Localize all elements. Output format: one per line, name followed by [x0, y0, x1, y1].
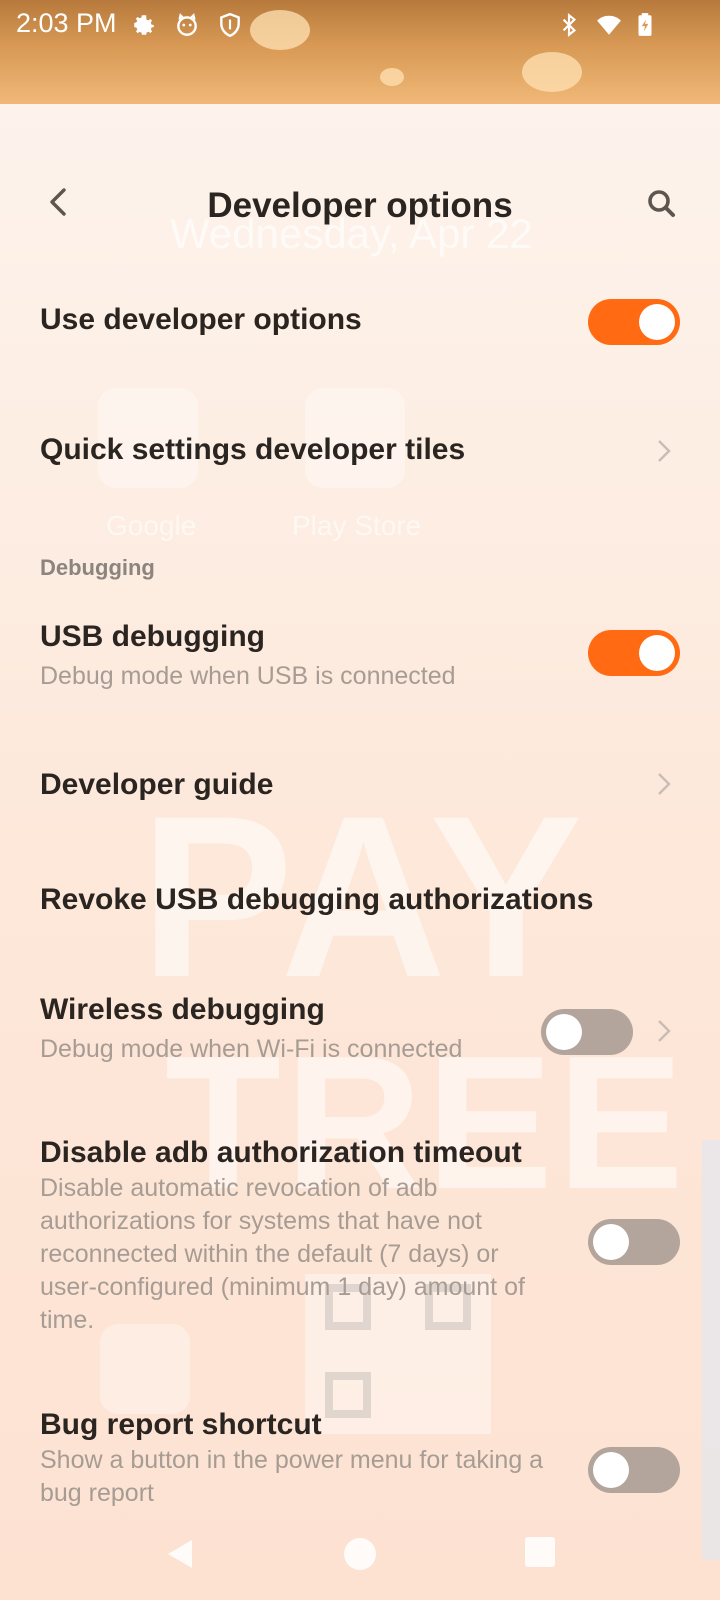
- revoke-usb-authorizations-row[interactable]: Revoke USB debugging authorizations: [0, 865, 720, 935]
- chevron-right-icon: [658, 1020, 671, 1042]
- toggle-knob: [593, 1224, 629, 1260]
- gear-icon: [134, 15, 154, 35]
- bluetooth-icon: [562, 12, 577, 38]
- setting-title: Disable adb authorization timeout: [40, 1136, 522, 1169]
- setting-title: Quick settings developer tiles: [40, 433, 466, 466]
- setting-title: USB debugging: [40, 620, 265, 653]
- nav-recents-icon[interactable]: [522, 1534, 558, 1570]
- setting-title: Developer guide: [40, 768, 274, 801]
- developer-guide-row[interactable]: Developer guide: [0, 750, 720, 820]
- status-bar: 2:03 PM: [0, 0, 720, 50]
- setting-title: Wireless debugging: [40, 993, 325, 1026]
- app-bar: Developer options: [0, 170, 720, 240]
- play-store-label: Play Store: [292, 510, 422, 541]
- cat-face-icon: [177, 13, 197, 36]
- setting-title: Bug report shortcut: [40, 1408, 322, 1441]
- toggle-knob: [639, 635, 675, 671]
- toggle-knob: [639, 304, 675, 340]
- usb-debugging-toggle[interactable]: [588, 630, 680, 676]
- setting-summary: Disable automatic revocation of adb auth…: [40, 1174, 525, 1334]
- setting-title: Revoke USB debugging authorizations: [40, 883, 594, 916]
- status-time: 2:03 PM: [16, 8, 117, 38]
- setting-title: Use developer options: [40, 303, 362, 336]
- disable-adb-timeout-toggle[interactable]: [588, 1219, 680, 1265]
- page-title: Developer options: [207, 186, 513, 225]
- use-developer-options-toggle[interactable]: [588, 299, 680, 345]
- search-icon[interactable]: [642, 184, 682, 224]
- wifi-icon: [597, 15, 621, 35]
- nav-home-icon[interactable]: [340, 1534, 380, 1574]
- bug-report-shortcut-toggle[interactable]: [588, 1447, 680, 1493]
- disable-adb-timeout-row[interactable]: Disable adb authorization timeout Disabl…: [0, 1128, 720, 1348]
- setting-summary: Show a button in the power menu for taki…: [40, 1446, 544, 1507]
- setting-summary: Debug mode when USB is connected: [40, 662, 456, 690]
- usb-debugging-row[interactable]: USB debugging Debug mode when USB is con…: [0, 612, 720, 702]
- toggle-knob: [593, 1452, 629, 1488]
- section-header-debugging: Debugging: [40, 555, 155, 580]
- use-developer-options-row[interactable]: Use developer options: [0, 285, 720, 355]
- google-label: Google: [106, 510, 197, 541]
- navigation-bar: [0, 1520, 720, 1590]
- wireless-debugging-toggle[interactable]: [541, 1009, 633, 1055]
- setting-summary: Debug mode when Wi-Fi is connected: [40, 1035, 463, 1063]
- nav-back-icon[interactable]: [160, 1534, 200, 1574]
- wireless-debugging-row[interactable]: Wireless debugging Debug mode when Wi-Fi…: [0, 985, 720, 1075]
- toggle-knob: [546, 1014, 582, 1050]
- chevron-right-icon: [658, 773, 671, 795]
- bug-report-shortcut-row[interactable]: Bug report shortcut Show a button in the…: [0, 1400, 720, 1520]
- chevron-right-icon: [658, 440, 671, 462]
- battery-icon: [638, 13, 652, 36]
- quick-settings-tiles-row[interactable]: Quick settings developer tiles: [0, 415, 720, 485]
- shield-icon: [220, 12, 240, 38]
